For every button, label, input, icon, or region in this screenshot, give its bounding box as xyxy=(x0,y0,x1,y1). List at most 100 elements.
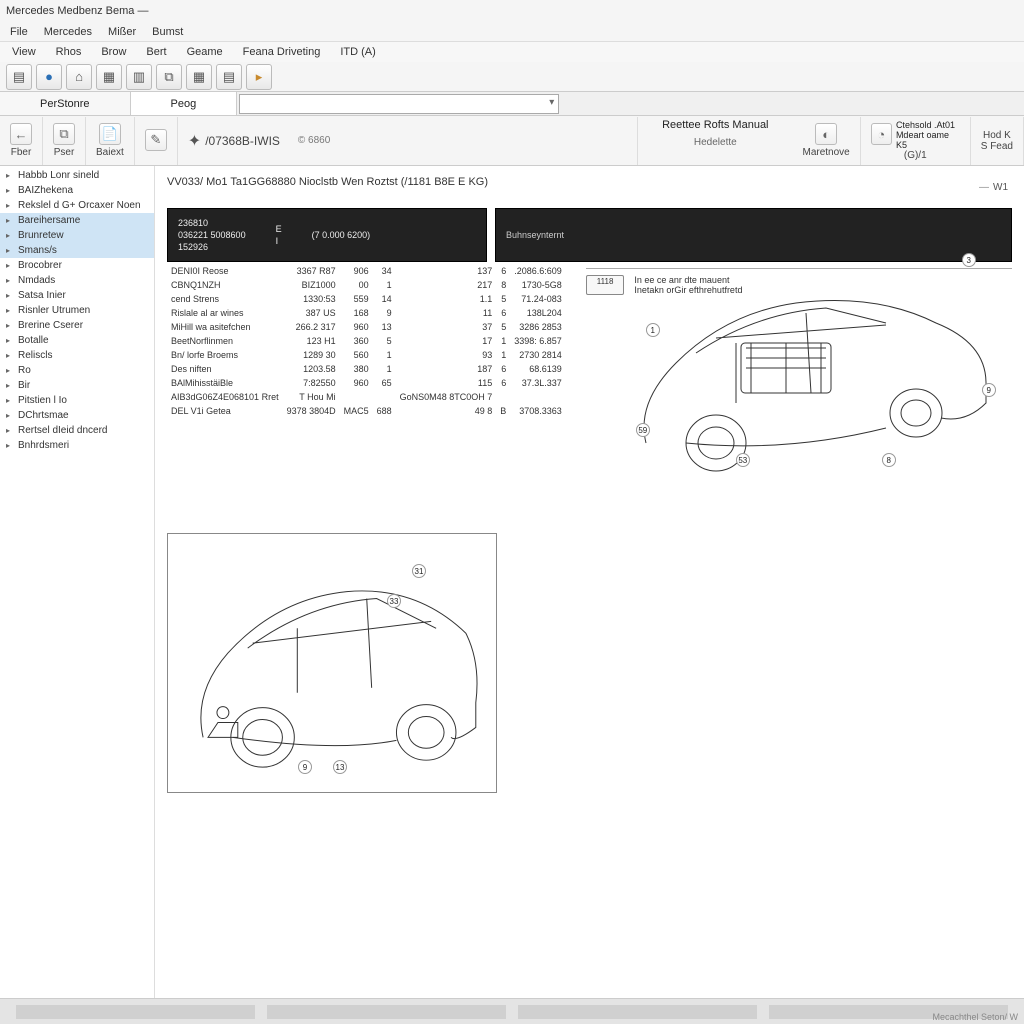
wis-info: ✦ /07368B-IWIS © 6860 xyxy=(178,117,341,165)
clybars-button[interactable]: ◔ Ctehsold .At01 Mdeart oame K5 (G)/1 xyxy=(861,117,971,165)
compare-icon[interactable]: ⧉ xyxy=(156,64,182,90)
menu-rhos[interactable]: Rhos xyxy=(46,44,92,60)
table-row: BeetNorflinmen123 H136051713398: 6.857 xyxy=(167,334,566,348)
toolbar-1: ▤ ● ⌂ ▦ ▥ ⧉ ▦ ▤ ▸ xyxy=(0,62,1024,92)
sidebar-item[interactable]: Habbb Lonr sineld xyxy=(0,168,154,183)
clock-icon: ◐ xyxy=(815,123,837,145)
bottom-slot xyxy=(16,1005,255,1019)
parts-table: DENI0I Reose3367 R87906341376.2086.6:609… xyxy=(167,264,566,418)
callout: 59 xyxy=(636,423,650,437)
menu-file[interactable]: File xyxy=(2,24,36,40)
menu-bar-1: File Mercedes Mißer Bumst xyxy=(0,22,1024,42)
car-cutaway-icon xyxy=(586,243,1006,503)
maretnove-button[interactable]: ◐ Maretnove xyxy=(793,117,861,165)
page-icon: 📄 xyxy=(99,123,121,145)
callout: 9 xyxy=(298,760,312,774)
manual-subtitle: Hedelette xyxy=(694,137,737,148)
diagram-right: 3 1 59 53 8 9 xyxy=(586,243,1006,503)
sidebar-item[interactable]: Satsa Inier xyxy=(0,288,154,303)
copy-icon: ⧉ xyxy=(53,123,75,145)
tab-peog[interactable]: Peog xyxy=(131,92,238,115)
table-row: BAlMihisstäiBle7:8255096065115637.3L.337 xyxy=(167,376,566,390)
sidebar-item[interactable]: Ro xyxy=(0,363,154,378)
wis-code: /07368B-IWIS xyxy=(205,134,280,148)
wl-badge: W1 xyxy=(979,182,1008,193)
sidebar-item[interactable]: Brerine Cserer xyxy=(0,318,154,333)
table-row: cend Strens1330:53559141.1571.24-083 xyxy=(167,292,566,306)
sidebar-item[interactable]: Rekslel d G+ Orcaxer Noen xyxy=(0,198,154,213)
sidebar-item[interactable]: Brunretew xyxy=(0,228,154,243)
header-center: Reettee Rofts Manual Hedelette xyxy=(637,117,792,165)
page-button[interactable]: 📄 Baiext xyxy=(86,117,135,165)
menu-feana[interactable]: Feana Driveting xyxy=(233,44,331,60)
content: VV033/ Mo1 Ta1GG68880 Nioclstb Wen Rozts… xyxy=(155,166,1024,998)
menu-geame[interactable]: Geame xyxy=(177,44,233,60)
status-text: Mecachthel Seton/ W xyxy=(932,1012,1018,1022)
menu-bar-2: View Rhos Brow Bert Geame Feana Drivetin… xyxy=(0,42,1024,62)
table-row: MiHill wa asitefchen266.2 31796013375328… xyxy=(167,320,566,334)
sidebar-item[interactable]: Reliscls xyxy=(0,348,154,363)
table-row: CBNQ1NZHBIZ100000121781730-5G8 xyxy=(167,278,566,292)
nav-icon[interactable]: ▸ xyxy=(246,64,272,90)
callout: 31 xyxy=(412,564,426,578)
sidebar-item[interactable]: Bir xyxy=(0,378,154,393)
sidebar-item[interactable]: Botalle xyxy=(0,333,154,348)
back-icon: ← xyxy=(10,123,32,145)
menu-bert[interactable]: Bert xyxy=(136,44,176,60)
grid-icon[interactable]: ▦ xyxy=(96,64,122,90)
star-icon: ✦ xyxy=(188,131,201,151)
menu-mixer[interactable]: Mißer xyxy=(100,24,144,40)
tab-perstonre[interactable]: PerStonre xyxy=(0,92,131,115)
car-front-icon xyxy=(178,544,486,782)
vehicle-combo[interactable] xyxy=(239,94,559,114)
sidebar-item[interactable]: Nmdads xyxy=(0,273,154,288)
title-bar: Mercedes Medbenz Bema — xyxy=(0,0,1024,22)
callout: 53 xyxy=(736,453,750,467)
manual-title: Reettee Rofts Manual xyxy=(662,119,768,131)
sidebar-item[interactable]: Bnhrdsmeri xyxy=(0,438,154,453)
cells-icon[interactable]: ▦ xyxy=(186,64,212,90)
copy-button[interactable]: ⧉ Pser xyxy=(43,117,86,165)
main-area: Habbb Lonr sineldBAIZhekenaRekslel d G+ … xyxy=(0,166,1024,998)
sidebar-item[interactable]: Rertsel dIeid dncerd xyxy=(0,423,154,438)
file-icon[interactable]: ▤ xyxy=(6,64,32,90)
callout: 9 xyxy=(982,383,996,397)
back-button[interactable]: ← Fber xyxy=(0,117,43,165)
sidebar-item[interactable]: BAIZhekena xyxy=(0,183,154,198)
table-row: DEL V1i Getea9378 3804DMAC568849 8B3708.… xyxy=(167,404,566,418)
edit-button[interactable]: ✎ xyxy=(135,117,178,165)
callout: 33 xyxy=(387,594,401,608)
sidebar-item[interactable]: Pitstien l Io xyxy=(0,393,154,408)
page-icon[interactable]: ▤ xyxy=(216,64,242,90)
menu-itd[interactable]: ITD (A) xyxy=(330,44,385,60)
globe-icon[interactable]: ● xyxy=(36,64,62,90)
sidebar: Habbb Lonr sineldBAIZhekenaRekslel d G+ … xyxy=(0,166,155,998)
callout: 1 xyxy=(646,323,660,337)
sidebar-item[interactable]: Brocobrer xyxy=(0,258,154,273)
parts-icon[interactable]: ▥ xyxy=(126,64,152,90)
edit-icon: ✎ xyxy=(145,129,167,151)
table-row: Des niften1203.583801187668.6139 xyxy=(167,362,566,376)
window-title: Mercedes Medbenz Bema — xyxy=(6,5,148,17)
sidebar-item[interactable]: DChrtsmae xyxy=(0,408,154,423)
table-row: Bn/ lorfe Broems1289 3056019312730 2814 xyxy=(167,348,566,362)
menu-brow[interactable]: Brow xyxy=(91,44,136,60)
menu-mercedes[interactable]: Mercedes xyxy=(36,24,100,40)
table-row: Rislale al ar wines387 US1689116138L204 xyxy=(167,306,566,320)
callout: 8 xyxy=(882,453,896,467)
wis-small: © 6860 xyxy=(298,135,330,146)
bottom-bar xyxy=(0,998,1024,1024)
sidebar-item[interactable]: Bareihersame xyxy=(0,213,154,228)
sidebar-item[interactable]: Risnler Utrumen xyxy=(0,303,154,318)
tabs-row: PerStonre Peog xyxy=(0,92,1024,116)
dial-icon: ◔ xyxy=(871,123,892,145)
sidebar-item[interactable]: Smans/s xyxy=(0,243,154,258)
menu-bumst[interactable]: Bumst xyxy=(144,24,191,40)
callout: 13 xyxy=(333,760,347,774)
door-icon[interactable]: ⌂ xyxy=(66,64,92,90)
table-row: AIB3dG06Z4E068101 RretT Hou MiGoNS0M48 8… xyxy=(167,390,566,404)
document-title: VV033/ Mo1 Ta1GG68880 Nioclstb Wen Rozts… xyxy=(167,176,1012,188)
menu-view[interactable]: View xyxy=(2,44,46,60)
callout: 3 xyxy=(962,253,976,267)
hodk-button[interactable]: Hod K S Fead xyxy=(971,117,1024,165)
